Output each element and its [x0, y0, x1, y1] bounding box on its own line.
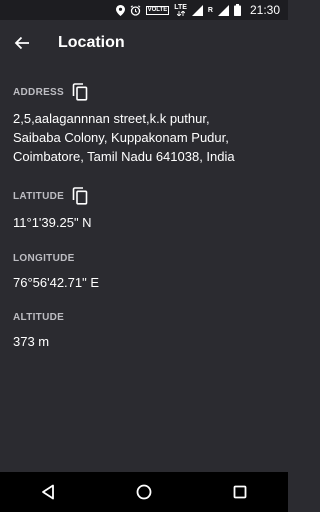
- location-details: ADDRESS 2,5,aalagannnan street,k.k puthu…: [13, 66, 275, 351]
- recents-square-icon: [233, 485, 247, 499]
- address-line-3: Coimbatore, Tamil Nadu 641038, India: [13, 149, 235, 164]
- navigation-bar: [0, 472, 288, 512]
- address-label: ADDRESS: [13, 86, 64, 98]
- status-bar: VOLTE LTE R 21:30: [0, 0, 288, 20]
- page-title: Location: [58, 34, 125, 51]
- address-value: 2,5,aalagannnan street,k.k puthur, Saiba…: [13, 109, 275, 166]
- longitude-section: LONGITUDE 76°56'42.71" E: [13, 253, 275, 292]
- back-triangle-icon: [41, 484, 55, 500]
- altitude-label: ALTITUDE: [13, 312, 65, 323]
- address-line-2: Saibaba Colony, Kuppakonam Pudur,: [13, 130, 229, 145]
- nav-back-button[interactable]: [30, 474, 66, 510]
- copy-icon: [72, 187, 88, 205]
- latitude-label: LATITUDE: [13, 190, 65, 202]
- latitude-value: 11°1'39.25" N: [13, 215, 92, 230]
- address-section: ADDRESS 2,5,aalagannnan street,k.k puthu…: [13, 83, 275, 166]
- lte-label: LTE: [174, 4, 187, 11]
- copy-address-button[interactable]: [72, 83, 88, 101]
- signal-icon: [191, 4, 203, 16]
- volte-icon: VOLTE: [145, 5, 170, 15]
- home-circle-icon: [136, 484, 152, 500]
- nav-home-button[interactable]: [126, 474, 162, 510]
- app-bar: Location: [0, 20, 288, 66]
- latitude-header: LATITUDE: [13, 187, 275, 205]
- copy-latitude-button[interactable]: [72, 187, 88, 205]
- roaming-label: R: [207, 6, 213, 14]
- longitude-value: 76°56'42.71" E: [13, 275, 100, 290]
- status-time: 21:30: [249, 3, 280, 17]
- back-button[interactable]: [10, 31, 34, 55]
- copy-icon: [72, 83, 88, 101]
- alarm-icon: [130, 4, 141, 16]
- lte-signal-icon: LTE: [174, 4, 187, 16]
- battery-icon: [233, 4, 241, 16]
- arrow-left-icon: [14, 35, 30, 51]
- altitude-value: 373 m: [13, 334, 50, 349]
- nav-recents-button[interactable]: [222, 474, 258, 510]
- altitude-section: ALTITUDE 373 m: [13, 312, 275, 351]
- location-icon: [115, 4, 125, 16]
- signal-icon-2: [217, 4, 229, 16]
- address-line-1: 2,5,aalagannnan street,k.k puthur,: [13, 111, 210, 126]
- address-header: ADDRESS: [13, 83, 275, 101]
- latitude-section: LATITUDE 11°1'39.25" N: [13, 187, 275, 232]
- longitude-label: LONGITUDE: [13, 253, 75, 264]
